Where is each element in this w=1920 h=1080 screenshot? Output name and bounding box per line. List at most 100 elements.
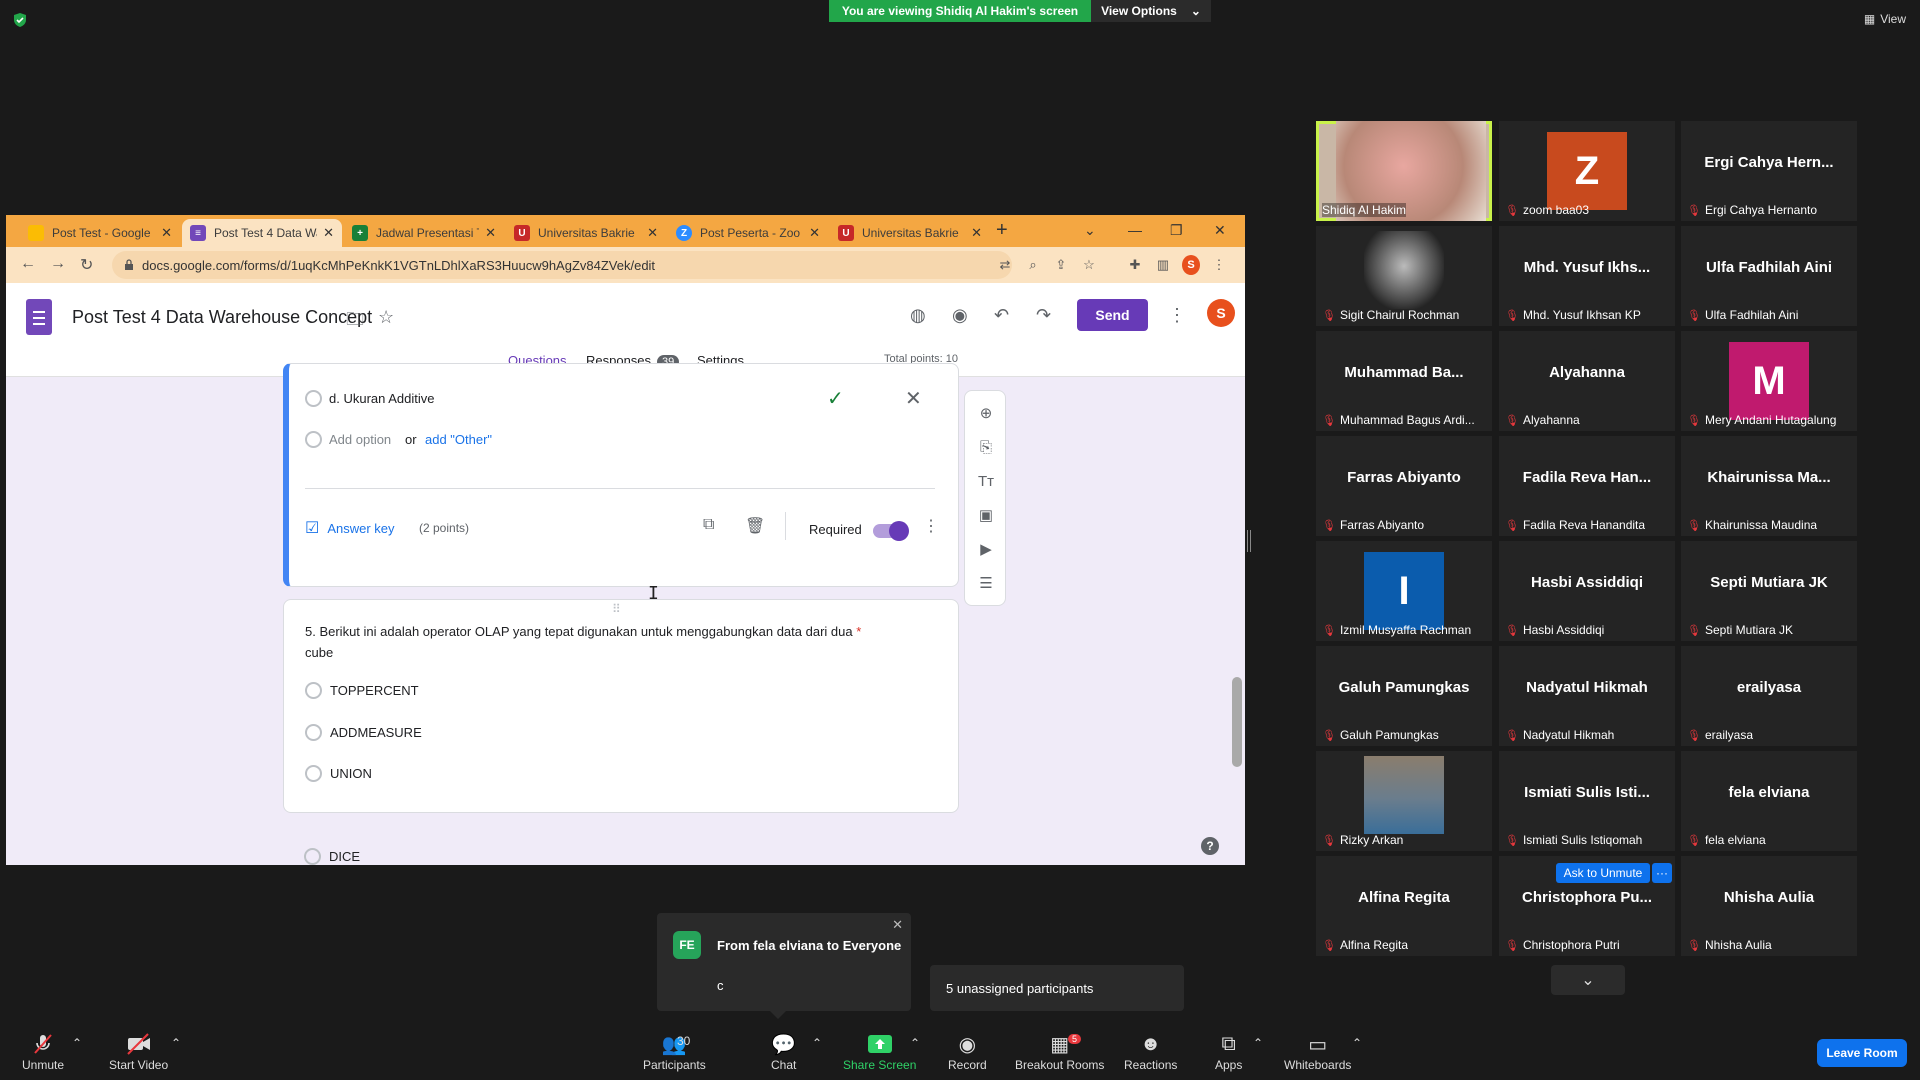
audio-options-caret-icon[interactable]: ⌃ bbox=[72, 1036, 82, 1050]
whiteboards-button[interactable]: ▭ Whiteboards bbox=[1284, 1030, 1351, 1073]
share-icon[interactable]: ⇪ bbox=[1052, 256, 1070, 274]
extensions-puzzle-icon[interactable]: ✚ bbox=[1126, 256, 1144, 274]
add-option-link[interactable]: Add option bbox=[329, 432, 391, 447]
participant-tile[interactable]: Muhammad Ba... 🎙 Muhammad Bagus Ardi... bbox=[1316, 331, 1492, 431]
participant-more-button[interactable]: ··· bbox=[1652, 863, 1672, 883]
browser-tab[interactable]: Z Post Peserta - Zoo ✕ bbox=[668, 219, 828, 247]
correct-check-icon[interactable]: ✓ bbox=[827, 386, 844, 411]
tab-close-icon[interactable]: ✕ bbox=[485, 225, 496, 241]
import-questions-icon[interactable]: ⎘ bbox=[976, 437, 996, 457]
add-title-icon[interactable]: Tт bbox=[976, 471, 996, 491]
new-tab-button[interactable]: + bbox=[996, 219, 1008, 242]
more-vert-icon[interactable]: ⋮ bbox=[1168, 305, 1186, 326]
form-title[interactable]: Post Test 4 Data Warehouse Concept bbox=[72, 307, 372, 328]
tab-close-icon[interactable]: ✕ bbox=[647, 225, 658, 241]
chat-notification[interactable]: FE From fela elviana to Everyone c ✕ bbox=[657, 913, 911, 1011]
minimize-icon[interactable]: — bbox=[1128, 222, 1142, 238]
more-vert-icon[interactable]: ⋮ bbox=[923, 516, 939, 536]
translate-icon[interactable]: ⇄ bbox=[996, 256, 1014, 274]
bookmark-star-icon[interactable]: ☆ bbox=[1080, 256, 1098, 274]
participant-tile[interactable]: M 🎙 Mery Andani Hutagalung bbox=[1681, 331, 1857, 431]
participant-tile[interactable]: fela elviana 🎙 fela elviana bbox=[1681, 751, 1857, 851]
participant-tile[interactable]: 🎙 Rizky Arkan bbox=[1316, 751, 1492, 851]
unmute-button[interactable]: Unmute bbox=[22, 1030, 64, 1072]
chat-options-caret-icon[interactable]: ⌃ bbox=[812, 1036, 822, 1050]
close-icon[interactable]: ✕ bbox=[892, 917, 903, 933]
side-panel-icon[interactable]: ▥ bbox=[1154, 256, 1172, 274]
browser-tab[interactable]: U Universitas Bakrie ✕ bbox=[830, 219, 990, 247]
back-icon[interactable]: ← bbox=[20, 255, 36, 273]
participant-tile[interactable]: Hasbi Assiddiqi 🎙 Hasbi Assiddiqi bbox=[1499, 541, 1675, 641]
option-radio[interactable] bbox=[305, 765, 322, 782]
participant-tile[interactable]: Fadila Reva Han... 🎙 Fadila Reva Hanandita bbox=[1499, 436, 1675, 536]
add-question-icon[interactable]: ⊕ bbox=[976, 403, 996, 423]
participant-tile[interactable]: Alyahanna 🎙 Alyahanna bbox=[1499, 331, 1675, 431]
participant-tile[interactable]: Farras Abiyanto 🎙 Farras Abiyanto bbox=[1316, 436, 1492, 536]
record-button[interactable]: ◉ Record bbox=[948, 1030, 987, 1073]
add-other-link[interactable]: add "Other" bbox=[425, 432, 492, 447]
remove-option-icon[interactable]: ✕ bbox=[905, 386, 922, 411]
option-radio[interactable] bbox=[304, 848, 321, 865]
participant-tile[interactable]: Ismiati Sulis Isti... 🎙 Ismiati Sulis Isti… bbox=[1499, 751, 1675, 851]
close-window-icon[interactable]: ✕ bbox=[1214, 222, 1226, 239]
split-view-handle[interactable] bbox=[1247, 530, 1251, 552]
chat-button[interactable]: 💬 Chat bbox=[771, 1030, 796, 1073]
tab-close-icon[interactable]: ✕ bbox=[161, 225, 172, 241]
help-icon[interactable]: ? bbox=[1201, 837, 1219, 855]
reactions-button[interactable]: ☻ Reactions bbox=[1124, 1030, 1177, 1073]
redo-icon[interactable]: ↷ bbox=[1036, 305, 1051, 326]
participant-tile[interactable]: Ergi Cahya Hern... 🎙 Ergi Cahya Hernanto bbox=[1681, 121, 1857, 221]
breakout-rooms-button[interactable]: ▦ 5 Breakout Rooms bbox=[1015, 1030, 1104, 1073]
tab-close-icon[interactable]: ✕ bbox=[323, 225, 334, 241]
tab-close-icon[interactable]: ✕ bbox=[971, 225, 982, 241]
participant-tile[interactable]: Galuh Pamungkas 🎙 Galuh Pamungkas bbox=[1316, 646, 1492, 746]
add-section-icon[interactable]: ☰ bbox=[976, 573, 996, 593]
google-forms-logo-icon[interactable] bbox=[26, 299, 52, 335]
security-shield-icon[interactable] bbox=[12, 12, 28, 28]
participant-tile[interactable]: Alfina Regita 🎙 Alfina Regita bbox=[1316, 856, 1492, 956]
apps-options-caret-icon[interactable]: ⌃ bbox=[1253, 1036, 1263, 1050]
browser-tab[interactable]: Post Test - Google ✕ bbox=[20, 219, 180, 247]
participant-tile[interactable]: Khairunissa Ma... 🎙 Khairunissa Maudina bbox=[1681, 436, 1857, 536]
view-options-button[interactable]: View Options ⌄ bbox=[1091, 0, 1211, 22]
drag-handle-icon[interactable]: ⠿ bbox=[612, 602, 621, 616]
user-avatar[interactable]: S bbox=[1207, 299, 1235, 327]
tab-search-icon[interactable]: ⌄ bbox=[1084, 222, 1096, 239]
start-video-button[interactable]: Start Video bbox=[109, 1030, 168, 1072]
zoom-lens-icon[interactable]: ⌕ bbox=[1024, 256, 1042, 274]
participant-tile[interactable]: Nhisha Aulia 🎙 Nhisha Aulia bbox=[1681, 856, 1857, 956]
share-screen-button[interactable]: Share Screen bbox=[843, 1030, 916, 1072]
profile-avatar[interactable]: S bbox=[1182, 255, 1200, 275]
browser-tab[interactable]: U Universitas Bakrie ✕ bbox=[506, 219, 666, 247]
apps-button[interactable]: ⧉ Apps bbox=[1215, 1030, 1242, 1073]
gallery-next-page-button[interactable]: ⌄ bbox=[1551, 965, 1625, 995]
browser-menu-icon[interactable]: ⋮ bbox=[1210, 256, 1228, 274]
send-button[interactable]: Send bbox=[1077, 299, 1148, 331]
leave-room-button[interactable]: Leave Room bbox=[1817, 1039, 1907, 1067]
participants-button[interactable]: 👥 30 Participants bbox=[643, 1030, 706, 1073]
participant-tile[interactable]: Z 🎙 zoom baa03 bbox=[1499, 121, 1675, 221]
participant-tile-active-speaker[interactable]: Shidiq Al Hakim bbox=[1316, 121, 1492, 221]
palette-icon[interactable]: ◍ bbox=[910, 305, 926, 326]
browser-tab[interactable]: + Jadwal Presentasi T ✕ bbox=[344, 219, 504, 247]
delete-icon[interactable]: 🗑 bbox=[745, 516, 765, 536]
tab-close-icon[interactable]: ✕ bbox=[809, 225, 820, 241]
participant-tile[interactable]: Nadyatul Hikmah 🎙 Nadyatul Hikmah bbox=[1499, 646, 1675, 746]
ask-to-unmute-button[interactable]: Ask to Unmute bbox=[1556, 863, 1650, 883]
page-scrollbar[interactable] bbox=[1231, 377, 1243, 865]
scroll-thumb[interactable] bbox=[1232, 677, 1242, 767]
video-options-caret-icon[interactable]: ⌃ bbox=[171, 1036, 181, 1050]
add-image-icon[interactable]: ▣ bbox=[976, 505, 996, 525]
undo-icon[interactable]: ↶ bbox=[994, 305, 1009, 326]
restore-icon[interactable]: ❐ bbox=[1170, 222, 1183, 239]
option-radio[interactable] bbox=[305, 724, 322, 741]
star-icon[interactable]: ☆ bbox=[378, 307, 394, 328]
question-card-5[interactable]: ⠿ 5. Berikut ini adalah operator OLAP ya… bbox=[283, 599, 959, 813]
url-input[interactable]: docs.google.com/forms/d/1uqKcMhPeKnkK1VG… bbox=[112, 251, 1012, 279]
whiteboards-options-caret-icon[interactable]: ⌃ bbox=[1352, 1036, 1362, 1050]
add-video-icon[interactable]: ▶ bbox=[976, 539, 996, 559]
participant-tile[interactable]: Ulfa Fadhilah Aini 🎙 Ulfa Fadhilah Aini bbox=[1681, 226, 1857, 326]
participant-tile[interactable]: Septi Mutiara JK 🎙 Septi Mutiara JK bbox=[1681, 541, 1857, 641]
forward-icon[interactable]: → bbox=[50, 255, 66, 273]
participant-tile[interactable]: erailyasa 🎙 erailyasa bbox=[1681, 646, 1857, 746]
